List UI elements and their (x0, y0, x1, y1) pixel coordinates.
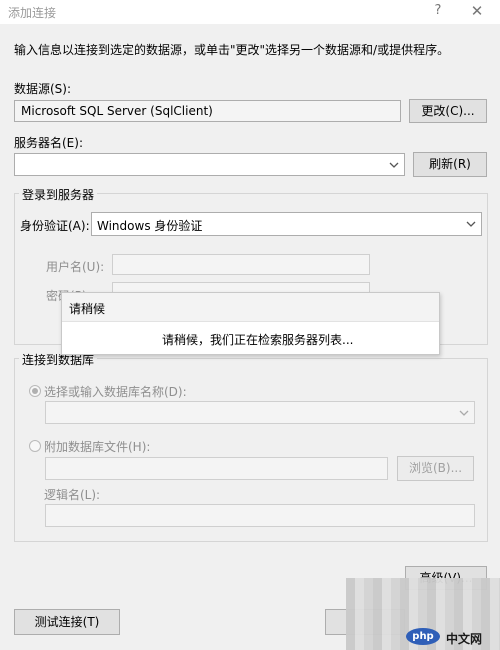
datasource-field: Microsoft SQL Server (SqlClient) (14, 100, 401, 122)
username-field[interactable] (112, 254, 370, 275)
chevron-down-icon[interactable] (465, 217, 477, 231)
select-db-radio[interactable] (29, 385, 41, 397)
window-title: 添加连接 (8, 6, 57, 20)
close-button[interactable]: ✕ (467, 1, 487, 21)
chevron-down-icon[interactable] (388, 158, 400, 172)
title-bar: 添加连接 ? ✕ (0, 0, 500, 24)
attach-file-field[interactable] (45, 457, 388, 480)
chevron-down-icon[interactable] (458, 406, 470, 420)
attach-db-label: 附加数据库文件(H): (44, 440, 151, 454)
wait-dialog-message: 请稍候，我们正在检索服务器列表... (162, 333, 354, 347)
database-combobox[interactable] (45, 401, 475, 424)
wait-dialog-header: 请稍候 (62, 293, 439, 322)
select-db-label: 选择或输入数据库名称(D): (44, 385, 187, 399)
auth-label: 身份验证(A): (20, 219, 90, 233)
datasource-label: 数据源(S): (14, 82, 72, 96)
watermark-text: 中文网 (446, 632, 483, 646)
server-label: 服务器名(E): (14, 136, 83, 150)
watermark-logo: php (406, 628, 440, 645)
login-group-title: 登录到服务器 (19, 186, 98, 203)
refresh-button[interactable]: 刷新(R) (413, 152, 487, 177)
logical-name-field[interactable] (45, 504, 475, 527)
change-button[interactable]: 更改(C)... (409, 99, 487, 123)
test-connection-button[interactable]: 测试连接(T) (14, 609, 120, 635)
server-value[interactable] (15, 154, 27, 175)
intro-text: 输入信息以连接到选定的数据源，或单击"更改"选择另一个数据源和/或提供程序。 (14, 43, 450, 57)
wait-dialog: 请稍候 请稍候，我们正在检索服务器列表... (61, 292, 440, 355)
help-button[interactable]: ? (430, 2, 446, 20)
server-combobox[interactable] (14, 153, 405, 176)
auth-value: Windows 身份验证 (97, 219, 203, 233)
username-label: 用户名(U): (46, 260, 105, 274)
logical-name-label: 逻辑名(L): (44, 488, 101, 502)
attach-db-radio[interactable] (29, 440, 41, 452)
auth-combobox[interactable]: Windows 身份验证 (91, 212, 482, 236)
wait-dialog-title: 请稍候 (69, 302, 106, 316)
browse-button[interactable]: 浏览(B)... (397, 456, 474, 481)
